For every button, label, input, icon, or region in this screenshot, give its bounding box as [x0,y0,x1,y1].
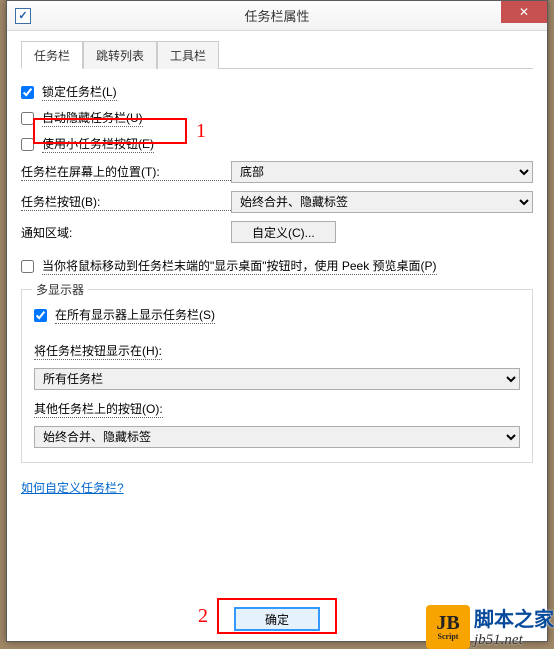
tab-strip: 任务栏 跳转列表 工具栏 [21,41,533,69]
label-buttons: 任务栏按钮(B): [21,193,231,211]
checkbox-lock-label: 锁定任务栏(L) [42,83,117,101]
legend-multimonitor: 多显示器 [32,281,88,298]
checkbox-show-all[interactable]: 在所有显示器上显示任务栏(S) [34,306,215,324]
titlebar: 任务栏属性 ✕ [7,1,547,31]
checkbox-showall-input[interactable] [34,309,47,322]
label-show-buttons-on: 将任务栏按钮显示在(H): [34,342,162,360]
checkbox-autohide-input[interactable] [21,112,34,125]
select-show-buttons-on[interactable]: 所有任务栏 [34,368,520,390]
checkbox-lock-input[interactable] [21,86,34,99]
checkbox-small-label: 使用小任务栏按钮(E) [42,135,154,153]
customize-button[interactable]: 自定义(C)... [231,221,336,243]
label-other-buttons: 其他任务栏上的按钮(O): [34,400,163,418]
fieldset-multimonitor: 多显示器 在所有显示器上显示任务栏(S) 将任务栏按钮显示在(H): 所有任务栏… [21,289,533,463]
ok-button[interactable]: 确定 [234,607,320,631]
select-buttons[interactable]: 始终合并、隐藏标签 [231,191,533,213]
window-title: 任务栏属性 [7,6,547,25]
tab-toolbars[interactable]: 工具栏 [157,41,219,69]
dialog-footer: 确定 [7,607,547,631]
select-other-buttons[interactable]: 始终合并、隐藏标签 [34,426,520,448]
close-button[interactable]: ✕ [501,1,547,23]
tab-taskbar[interactable]: 任务栏 [21,41,83,69]
checkbox-small-input[interactable] [21,138,34,151]
checkbox-small-buttons[interactable]: 使用小任务栏按钮(E) [21,135,154,153]
label-position: 任务栏在屏幕上的位置(T): [21,163,231,181]
label-notification: 通知区域: [21,224,231,241]
checkbox-auto-hide[interactable]: 自动隐藏任务栏(U) [21,109,143,127]
checkbox-peek-label: 当你将鼠标移动到任务栏末端的"显示桌面"按钮时，使用 Peek 预览桌面(P) [42,257,437,275]
properties-dialog: 任务栏属性 ✕ 任务栏 跳转列表 工具栏 锁定任务栏(L) 自动隐藏任务栏(U) [6,0,548,642]
checkbox-showall-label: 在所有显示器上显示任务栏(S) [55,306,215,324]
dialog-content: 任务栏 跳转列表 工具栏 锁定任务栏(L) 自动隐藏任务栏(U) 使用小任务栏按… [7,31,547,506]
checkbox-autohide-label: 自动隐藏任务栏(U) [42,109,143,127]
help-link[interactable]: 如何自定义任务栏? [21,479,124,496]
select-position[interactable]: 底部 [231,161,533,183]
checkbox-lock-taskbar[interactable]: 锁定任务栏(L) [21,83,117,101]
close-icon: ✕ [519,5,529,19]
tab-jumplist[interactable]: 跳转列表 [83,41,157,69]
checkbox-peek[interactable]: 当你将鼠标移动到任务栏末端的"显示桌面"按钮时，使用 Peek 预览桌面(P) [21,257,437,275]
checkbox-peek-input[interactable] [21,260,34,273]
